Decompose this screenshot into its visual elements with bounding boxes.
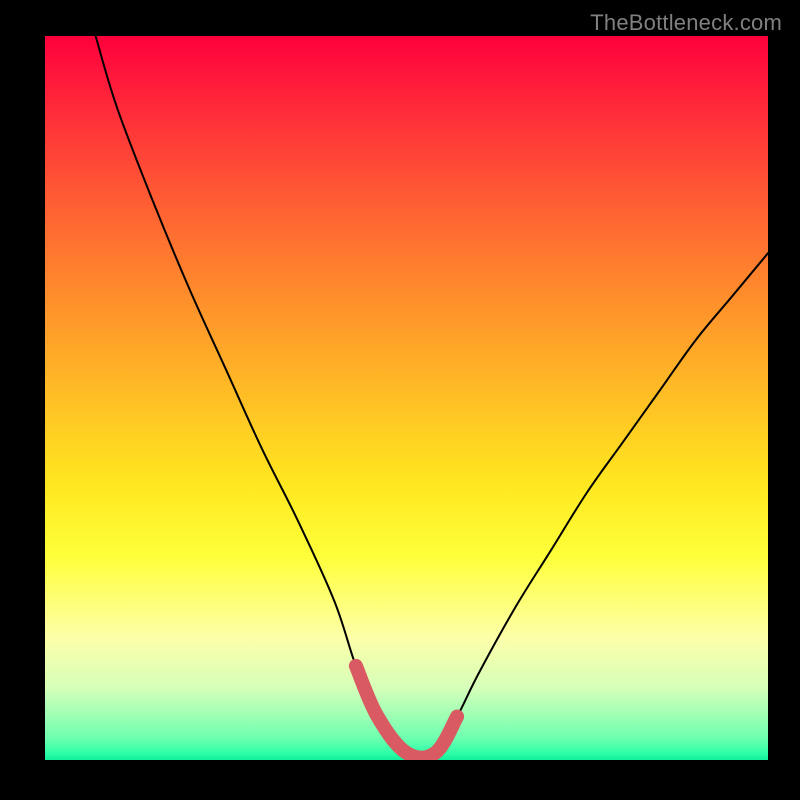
curve-layer — [45, 36, 768, 760]
main-curve — [96, 36, 768, 758]
chart-frame: TheBottleneck.com — [0, 0, 800, 800]
watermark-text: TheBottleneck.com — [590, 10, 782, 36]
plot-area — [45, 36, 768, 760]
trough-marker-path — [356, 666, 457, 758]
trough-marker — [356, 666, 457, 758]
main-curve-path — [96, 36, 768, 758]
